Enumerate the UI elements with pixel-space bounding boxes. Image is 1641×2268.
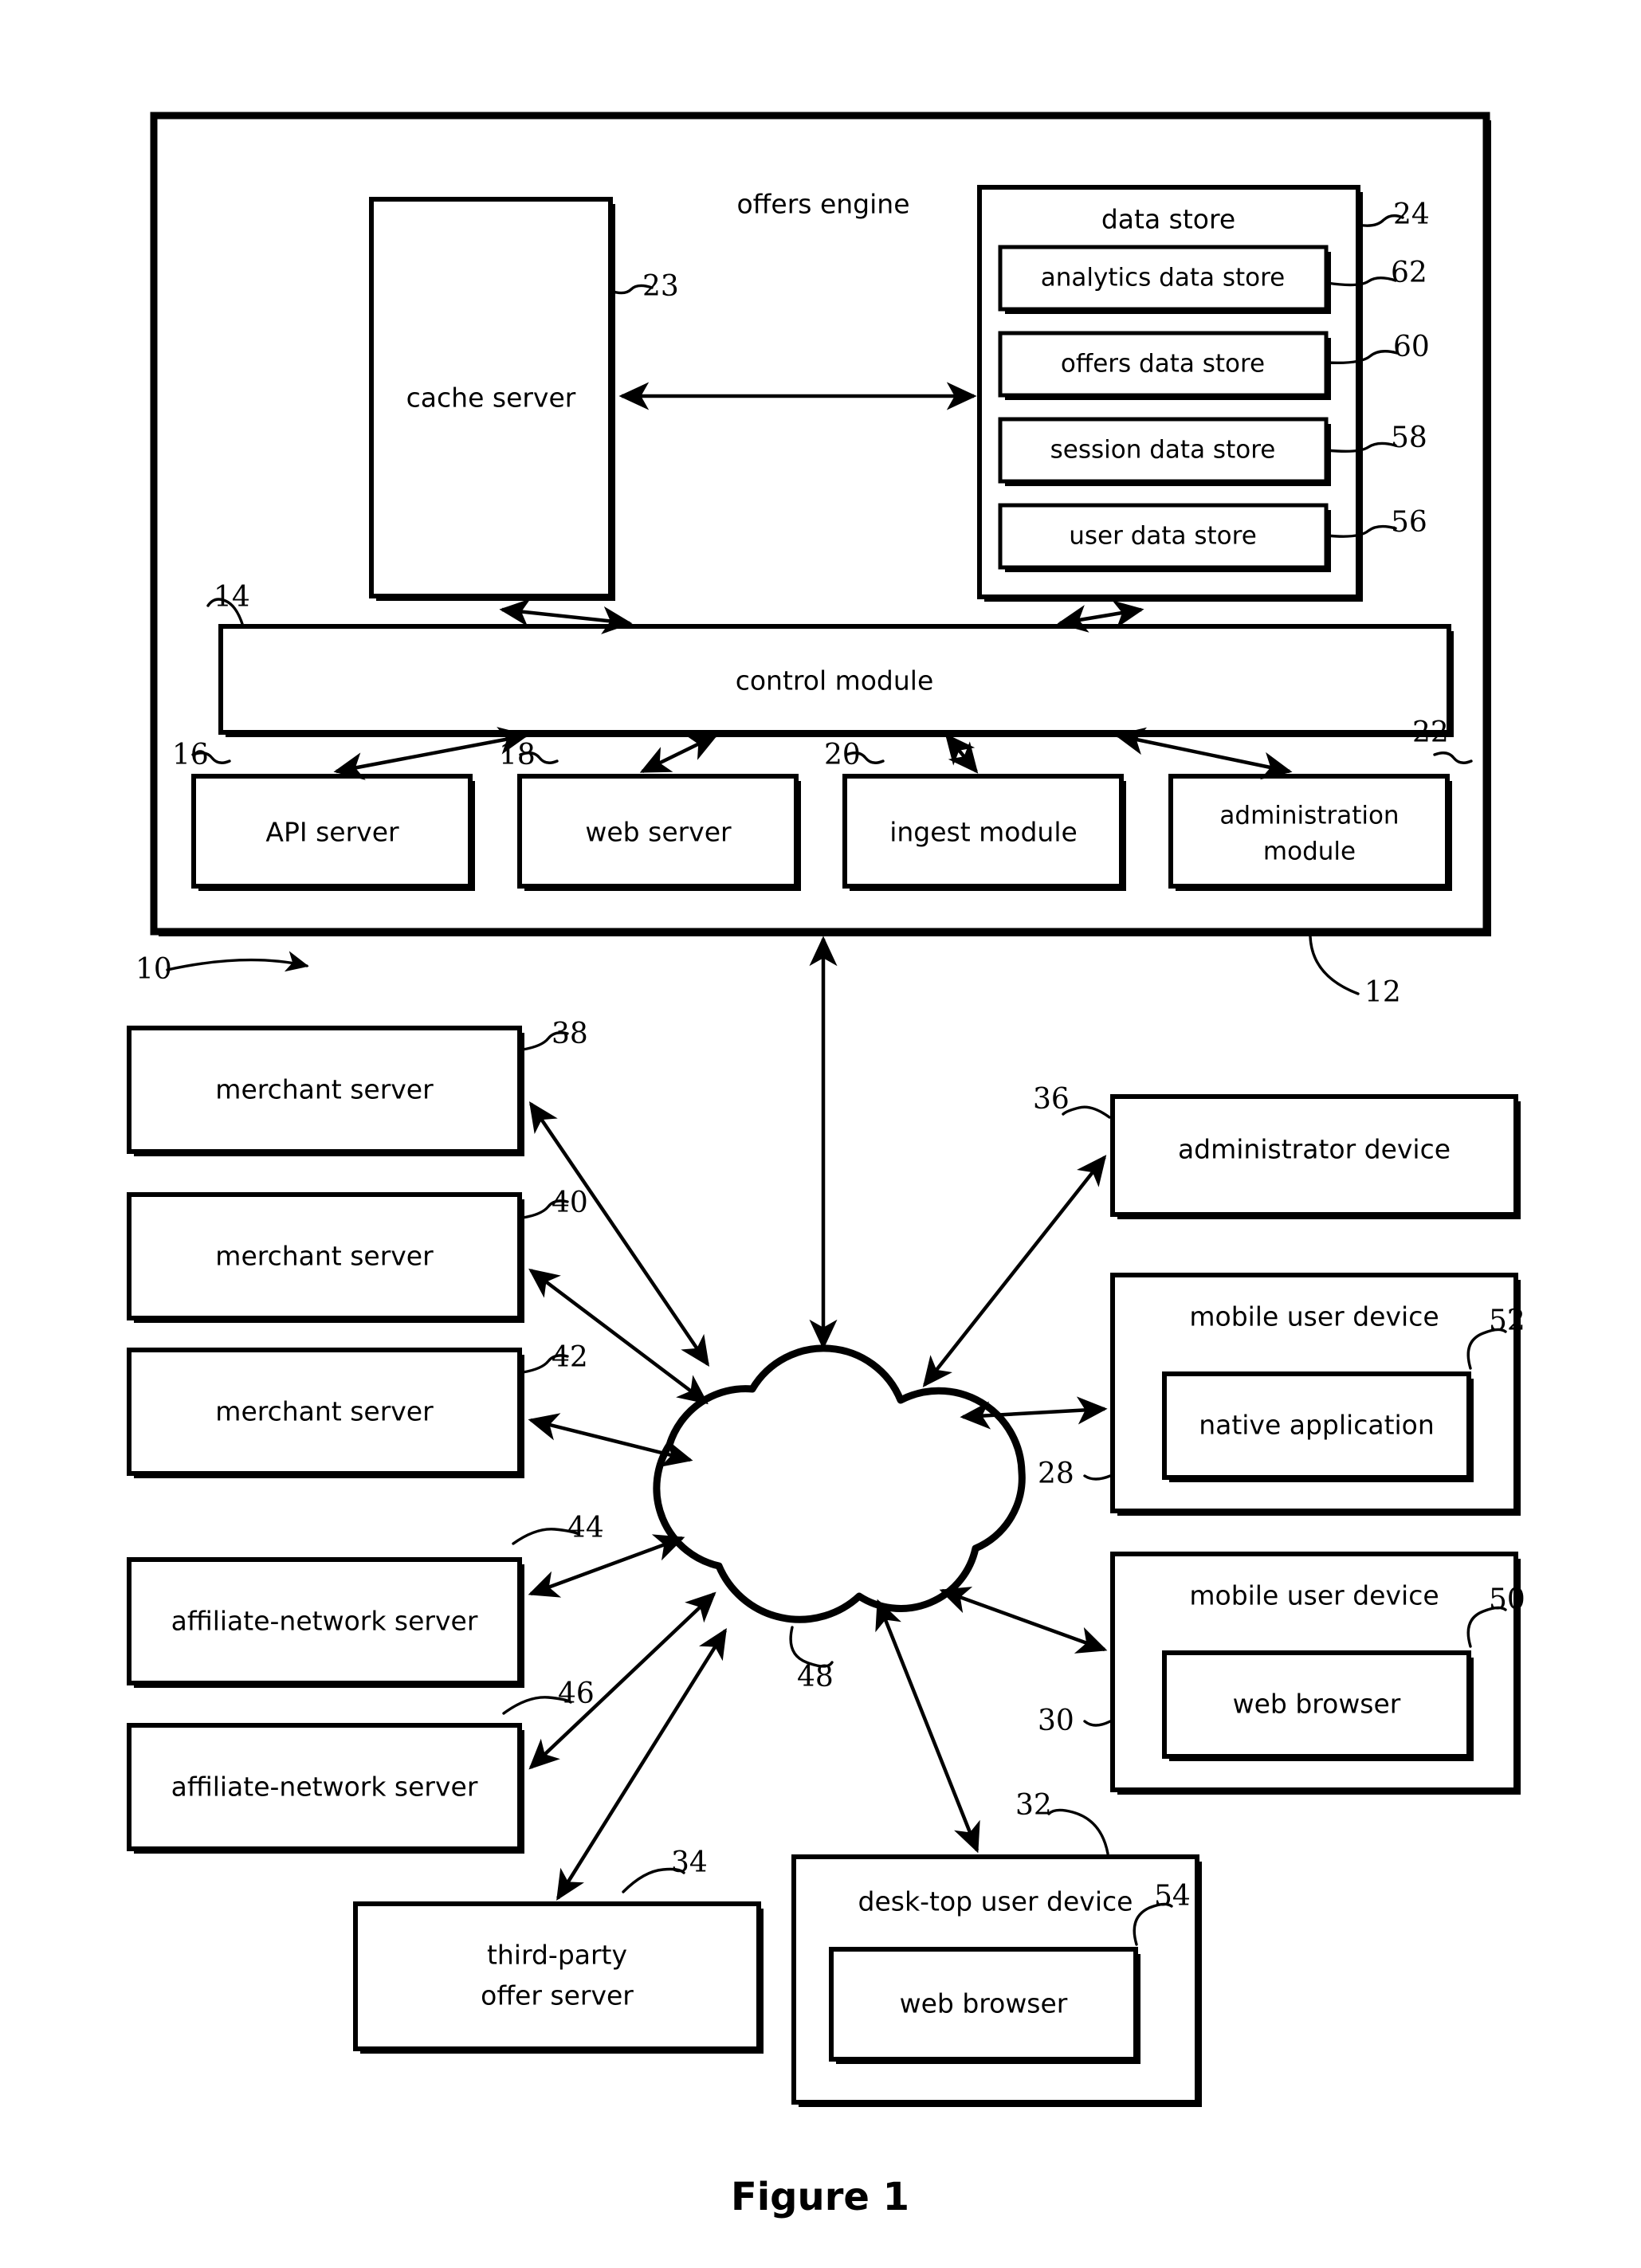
- offers-engine-title: offers engine: [736, 189, 909, 220]
- merchant-server-42-label: merchant server: [215, 1396, 434, 1427]
- analytics-data-store-label: analytics data store: [1041, 264, 1286, 292]
- connector-mobile30-to-cloud: [939, 1587, 1108, 1654]
- patent-figure-diagram: offers engine cache server 23 data store…: [127, 112, 1525, 2219]
- connector-merchant38-to-cloud: [528, 1101, 710, 1367]
- leader-10: [166, 951, 309, 972]
- desktop-user-device-box: desk-top user device web browser: [791, 1854, 1202, 2107]
- offers-data-store-label: offers data store: [1061, 350, 1265, 379]
- ref-18: 18: [499, 739, 536, 771]
- ref-20: 20: [824, 739, 861, 771]
- cache-server-box: cache server: [369, 197, 615, 601]
- ref-14: 14: [214, 581, 250, 614]
- ref-28: 28: [1038, 1458, 1074, 1490]
- web-server-box: web server: [517, 774, 801, 891]
- affiliate-network-server-46-label: affiliate-network server: [171, 1772, 478, 1803]
- ref-12: 12: [1364, 976, 1401, 1009]
- ref-44: 44: [567, 1512, 604, 1544]
- ref-34: 34: [671, 1846, 708, 1879]
- merchant-server-38-box: merchant server: [127, 1026, 524, 1156]
- ref-16: 16: [172, 739, 209, 771]
- leader-28: [1083, 1474, 1112, 1481]
- connector-cloud-to-desktop: [875, 1599, 980, 1854]
- connector-admin-device-to-cloud: [922, 1155, 1107, 1387]
- web-browser-50-label: web browser: [1233, 1689, 1401, 1720]
- ref-58: 58: [1391, 422, 1427, 454]
- leader-32: [1047, 1808, 1109, 1855]
- connector-merchant42-to-cloud: [528, 1413, 693, 1467]
- administrator-device-label: administrator device: [1178, 1134, 1451, 1165]
- desktop-user-device-label: desk-top user device: [858, 1886, 1133, 1917]
- administrator-device-box: administrator device: [1110, 1094, 1521, 1219]
- merchant-server-40-label: merchant server: [215, 1241, 434, 1272]
- native-application-label: native application: [1199, 1410, 1435, 1441]
- mobile-user-device-28-label: mobile user device: [1189, 1301, 1439, 1332]
- native-application-box: native application: [1162, 1371, 1474, 1482]
- ref-23: 23: [642, 270, 679, 303]
- ref-54: 54: [1154, 1880, 1191, 1913]
- user-data-store-label: user data store: [1069, 522, 1257, 551]
- ingest-module-box: ingest module: [842, 774, 1126, 891]
- connector-affiliate44-to-cloud: [528, 1534, 685, 1598]
- ref-46: 46: [558, 1677, 595, 1710]
- analytics-data-store-box: analytics data store: [998, 245, 1331, 314]
- ref-48: 48: [797, 1661, 834, 1693]
- figure-root: offers engine cache server 23 data store…: [0, 0, 1641, 2268]
- mobile-user-device-30-box: mobile user device web browser: [1110, 1552, 1521, 1795]
- session-data-store-label: session data store: [1050, 436, 1276, 465]
- session-data-store-box: session data store: [998, 417, 1331, 486]
- merchant-server-38-label: merchant server: [215, 1074, 434, 1105]
- data-store-box: data store analytics data store offers d…: [977, 185, 1363, 602]
- data-store-label: data store: [1101, 204, 1235, 235]
- leader-36: [1062, 1105, 1111, 1119]
- ref-30: 30: [1038, 1705, 1074, 1737]
- ref-52: 52: [1489, 1305, 1525, 1337]
- mobile-user-device-30-label: mobile user device: [1189, 1580, 1439, 1611]
- ref-22: 22: [1412, 716, 1449, 749]
- offers-data-store-box: offers data store: [998, 331, 1331, 400]
- leader-12: [1309, 935, 1360, 995]
- control-module-box: control module: [218, 624, 1454, 737]
- web-browser-54-label: web browser: [900, 1988, 1068, 2019]
- ref-38: 38: [552, 1018, 588, 1050]
- web-browser-54-box: web browser: [829, 1947, 1140, 2064]
- ref-32: 32: [1015, 1789, 1052, 1822]
- web-server-label: web server: [585, 817, 732, 848]
- control-module-label: control module: [736, 665, 934, 696]
- affiliate-network-server-46-box: affiliate-network server: [127, 1723, 524, 1854]
- ref-10: 10: [135, 953, 172, 986]
- ref-50: 50: [1489, 1583, 1525, 1616]
- ref-56: 56: [1391, 506, 1427, 539]
- network-cloud: [653, 1344, 1026, 1623]
- affiliate-network-server-44-box: affiliate-network server: [127, 1557, 524, 1688]
- third-party-offer-server-label-line1: third-party: [487, 1940, 627, 1971]
- ref-42: 42: [552, 1341, 588, 1374]
- leader-30: [1083, 1720, 1112, 1727]
- administration-module-label-line2: module: [1263, 838, 1356, 866]
- mobile-user-device-28-box: mobile user device native application: [1110, 1273, 1521, 1516]
- ref-36: 36: [1033, 1083, 1070, 1116]
- ref-62: 62: [1391, 257, 1427, 289]
- third-party-offer-server-box: third-party offer server: [353, 1901, 764, 2054]
- ref-24: 24: [1393, 198, 1430, 231]
- ref-40: 40: [552, 1187, 588, 1219]
- user-data-store-box: user data store: [998, 503, 1331, 572]
- connector-merchant40-to-cloud: [528, 1268, 709, 1405]
- merchant-server-42-box: merchant server: [127, 1348, 524, 1478]
- administration-module-label-line1: administration: [1219, 802, 1399, 830]
- ref-60: 60: [1393, 331, 1430, 363]
- merchant-server-40-box: merchant server: [127, 1192, 524, 1323]
- third-party-offer-server-label-line2: offer server: [481, 1980, 634, 2011]
- ingest-module-label: ingest module: [889, 817, 1078, 848]
- api-server-box: API server: [191, 774, 475, 891]
- cache-server-label: cache server: [406, 383, 576, 414]
- affiliate-network-server-44-label: affiliate-network server: [171, 1606, 478, 1637]
- api-server-label: API server: [265, 817, 399, 848]
- figure-caption: Figure 1: [731, 2175, 909, 2219]
- administration-module-box: administration module: [1168, 774, 1452, 891]
- web-browser-50-box: web browser: [1162, 1650, 1474, 1761]
